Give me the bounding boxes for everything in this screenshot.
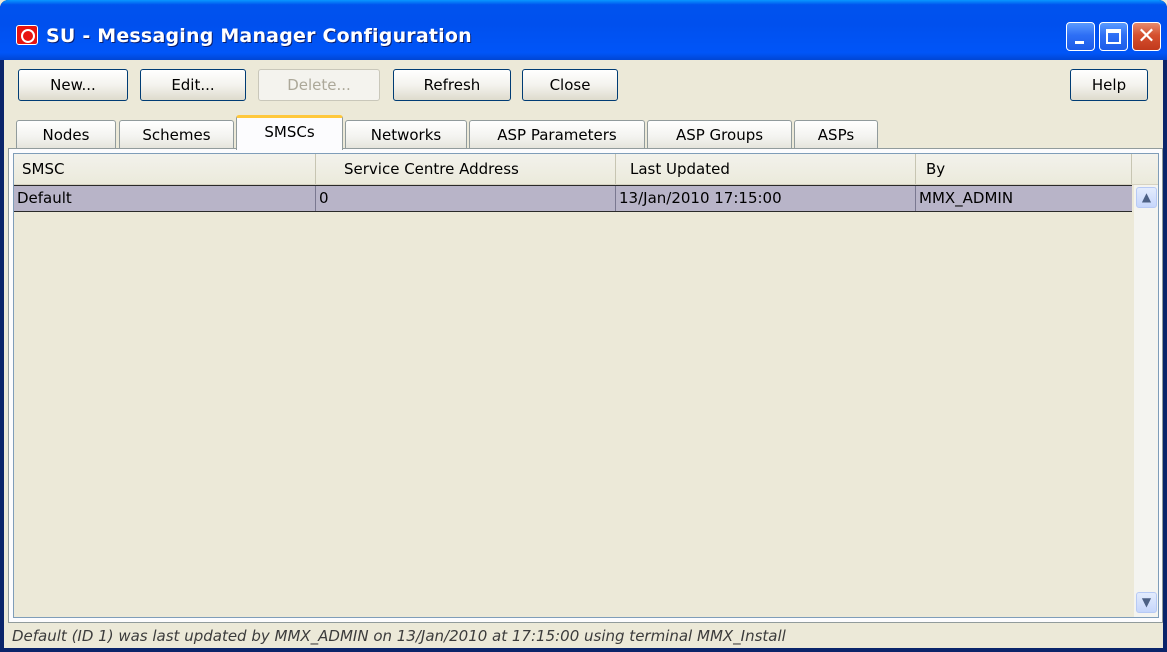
scroll-up-button[interactable]: ▲ bbox=[1136, 187, 1157, 208]
tab-schemes[interactable]: Schemes bbox=[119, 120, 234, 148]
cell-smsc: Default bbox=[14, 186, 316, 211]
column-header-smsc[interactable]: SMSC bbox=[14, 154, 316, 184]
column-header-by[interactable]: By bbox=[916, 154, 1132, 184]
column-header-last-updated[interactable]: Last Updated bbox=[616, 154, 916, 184]
help-button[interactable]: Help bbox=[1070, 69, 1148, 101]
window-title: SU - Messaging Manager Configuration bbox=[46, 25, 472, 47]
table-row[interactable]: Default 0 13/Jan/2010 17:15:00 MMX_ADMIN bbox=[14, 185, 1132, 212]
maximize-button[interactable] bbox=[1099, 22, 1128, 51]
tab-nodes[interactable]: Nodes bbox=[16, 120, 116, 148]
client-area: New... Edit... Delete... Refresh Close H… bbox=[4, 60, 1163, 648]
column-header-filler bbox=[1132, 154, 1158, 184]
close-button[interactable]: Close bbox=[522, 69, 618, 101]
app-window: SU - Messaging Manager Configuration ✕ N… bbox=[0, 0, 1167, 652]
edit-button[interactable]: Edit... bbox=[140, 69, 246, 101]
close-window-button[interactable]: ✕ bbox=[1132, 22, 1161, 51]
close-icon: ✕ bbox=[1137, 24, 1156, 49]
table-header: SMSC Service Centre Address Last Updated… bbox=[14, 154, 1158, 185]
column-header-service-centre-address[interactable]: Service Centre Address bbox=[316, 154, 616, 184]
tab-asp-parameters[interactable]: ASP Parameters bbox=[469, 120, 645, 148]
tab-networks[interactable]: Networks bbox=[345, 120, 467, 148]
minimize-icon bbox=[1075, 41, 1084, 44]
title-bar[interactable]: SU - Messaging Manager Configuration ✕ bbox=[0, 0, 1167, 60]
scroll-down-button[interactable]: ▼ bbox=[1136, 592, 1157, 613]
status-bar: Default (ID 1) was last updated by MMX_A… bbox=[12, 627, 786, 645]
oracle-icon bbox=[16, 25, 38, 45]
refresh-button[interactable]: Refresh bbox=[393, 69, 511, 101]
chevron-up-icon: ▲ bbox=[1141, 190, 1152, 204]
chevron-down-icon: ▼ bbox=[1141, 595, 1152, 609]
delete-button[interactable]: Delete... bbox=[258, 69, 380, 101]
tab-asp-groups[interactable]: ASP Groups bbox=[647, 120, 792, 148]
tab-smscs[interactable]: SMSCs bbox=[236, 115, 343, 150]
maximize-icon bbox=[1106, 29, 1121, 44]
smsc-table: SMSC Service Centre Address Last Updated… bbox=[13, 153, 1159, 618]
new-button[interactable]: New... bbox=[18, 69, 128, 101]
minimize-button[interactable] bbox=[1066, 22, 1095, 51]
vertical-scrollbar[interactable]: ▲ ▼ bbox=[1134, 185, 1158, 617]
cell-service-centre-address: 0 bbox=[316, 186, 616, 211]
tab-asps[interactable]: ASPs bbox=[794, 120, 878, 148]
cell-last-updated: 13/Jan/2010 17:15:00 bbox=[616, 186, 916, 211]
cell-by: MMX_ADMIN bbox=[919, 189, 1014, 207]
